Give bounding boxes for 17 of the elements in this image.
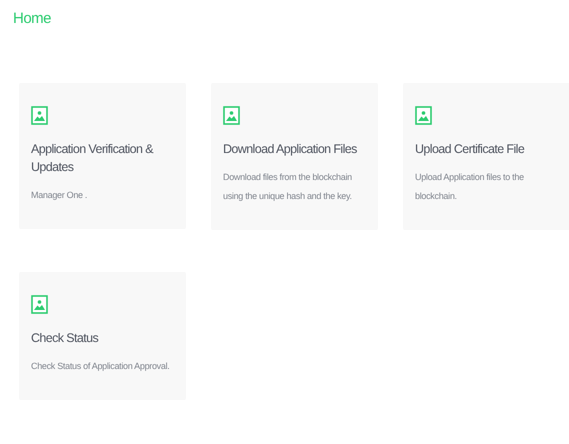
feature-card[interactable]: Check Status Check Status of Application Approval. bbox=[19, 272, 186, 400]
page-title: Home bbox=[12, 9, 52, 27]
feature-card[interactable]: Upload Certificate File Upload Application files to the blockchain. bbox=[403, 83, 569, 230]
feature-card[interactable]: Application Verification & Updates Manager One . bbox=[19, 83, 186, 229]
card-description: Check Status of Application Approval. bbox=[31, 360, 170, 373]
feature-card[interactable]: Download Application Files Download files from the blockchain using the unique hash and the key. bbox=[211, 83, 378, 230]
image-icon bbox=[31, 295, 48, 314]
card-description: Manager One . bbox=[31, 189, 88, 202]
image-icon bbox=[415, 106, 432, 125]
image-icon bbox=[223, 106, 240, 125]
image-icon bbox=[31, 106, 48, 125]
card-description: Upload Application files to the blockchain. bbox=[415, 171, 525, 203]
card-title: Upload Certificate File bbox=[415, 141, 526, 158]
card-title: Check Status bbox=[31, 330, 100, 347]
card-title: Application Verification & Updates bbox=[31, 141, 154, 176]
card-title: Download Application Files bbox=[223, 141, 358, 158]
card-description: Download files from the blockchain using the unique hash and the key. bbox=[223, 171, 353, 203]
